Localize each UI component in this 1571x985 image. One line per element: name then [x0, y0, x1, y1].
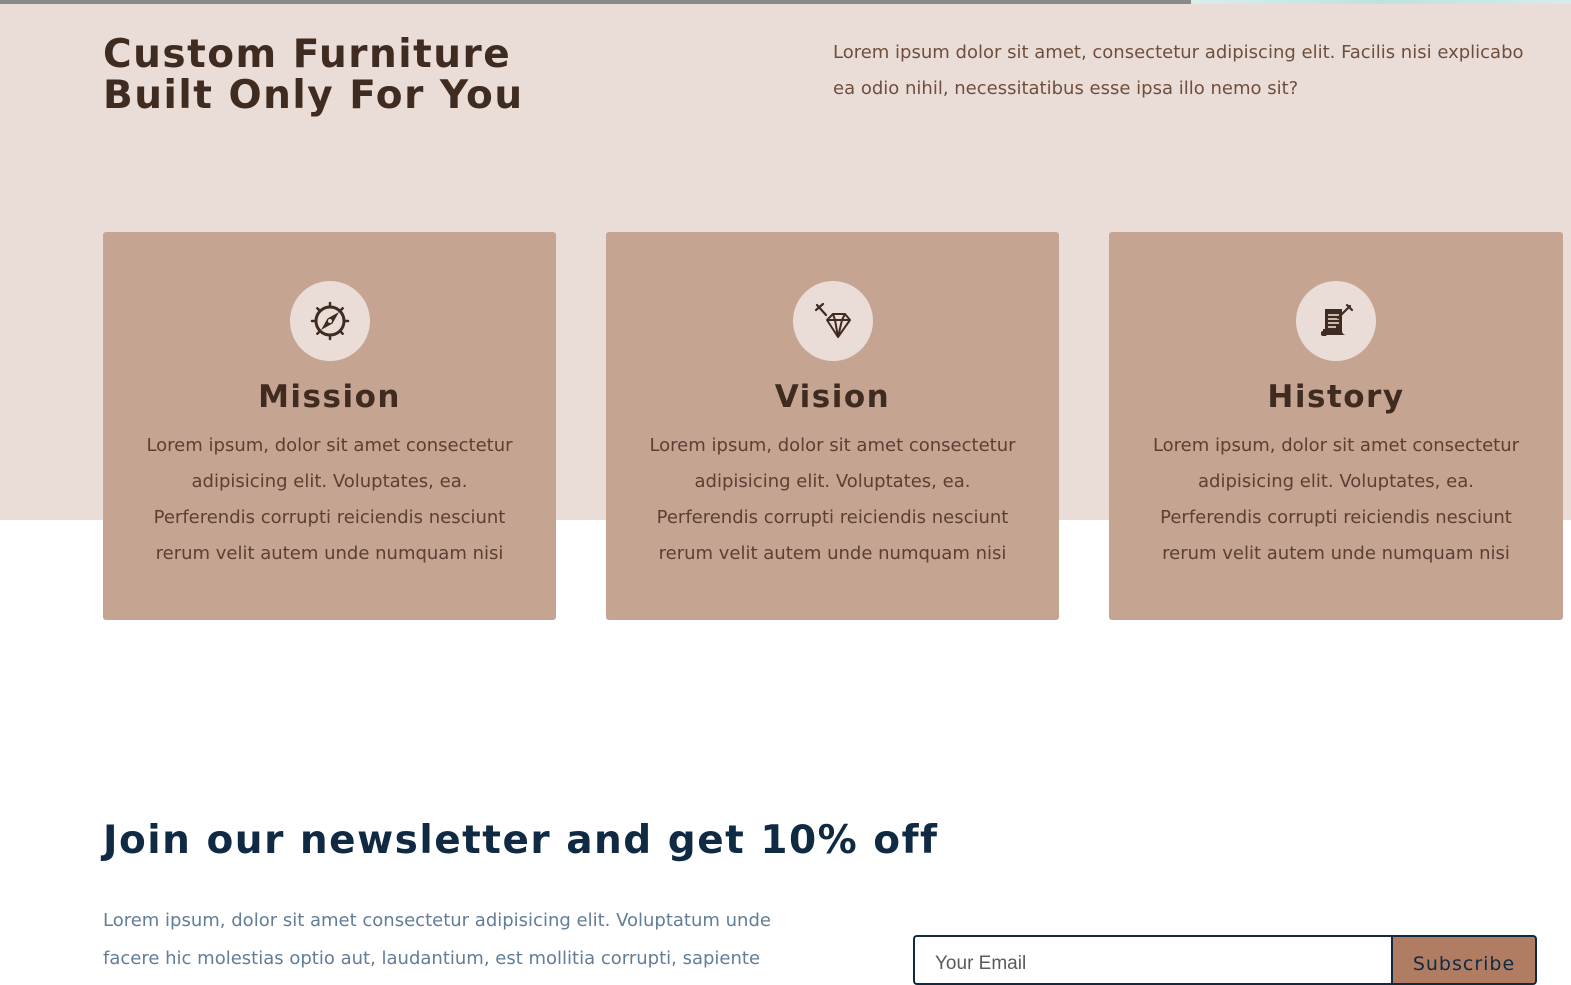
card-title: Mission	[258, 379, 401, 415]
card-title: History	[1267, 379, 1405, 415]
about-description: Lorem ipsum dolor sit amet, consectetur …	[833, 42, 1524, 99]
email-input[interactable]	[913, 935, 1391, 985]
subscribe-button[interactable]: Subscribe	[1391, 935, 1537, 985]
compass-icon	[289, 281, 370, 361]
document-scroll-icon	[1296, 281, 1376, 361]
newsletter-form: Subscribe	[913, 935, 1537, 985]
newsletter-description: Lorem ipsum, dolor sit amet consectetur …	[103, 910, 771, 969]
newsletter-title: Join our newsletter and get 10% off	[103, 818, 939, 863]
mission-card: Mission Lorem ipsum, dolor sit amet cons…	[103, 232, 556, 620]
card-text: Lorem ipsum, dolor sit amet consectetur …	[146, 435, 513, 564]
about-title-line-2: Built Only For You	[103, 73, 524, 118]
vision-card: Vision Lorem ipsum, dolor sit amet conse…	[606, 232, 1059, 620]
about-title: Custom Furniture Built Only For You	[103, 34, 623, 116]
document-scroll-icon-graphic	[1321, 303, 1354, 336]
about-title-line-1: Custom Furniture	[103, 32, 512, 77]
diamond-icon	[792, 281, 873, 361]
card-text: Lorem ipsum, dolor sit amet consectetur …	[1152, 435, 1520, 564]
compass-icon-graphic	[310, 301, 349, 341]
history-card: History Lorem ipsum, dolor sit amet cons…	[1109, 232, 1563, 620]
diamond-icon-graphic	[814, 302, 851, 338]
card-text: Lorem ipsum, dolor sit amet consectetur …	[649, 435, 1016, 564]
card-title: Vision	[774, 379, 891, 415]
